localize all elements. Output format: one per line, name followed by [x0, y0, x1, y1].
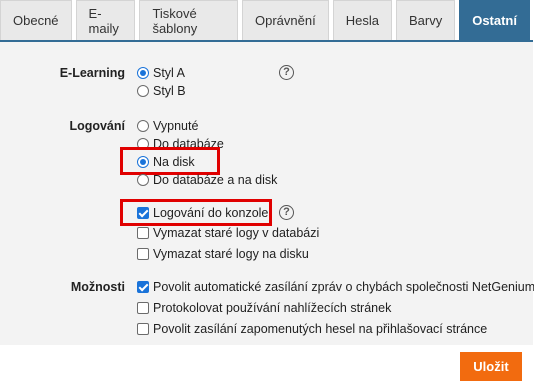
checkbox[interactable] [137, 302, 149, 314]
radio-do-databaze-a-na-disk[interactable]: Do databáze a na disk [137, 173, 277, 187]
tab-obecne[interactable]: Obecné [0, 0, 72, 40]
checkbox-label: Povolit automatické zasílání zpráv o chy… [153, 280, 534, 294]
checkbox-label: Protokolovat používání nahlížecích strán… [153, 301, 392, 315]
radio-button[interactable] [137, 67, 149, 79]
radio-label: Do databáze [153, 137, 224, 151]
question-circle-icon[interactable]: ? [279, 205, 294, 220]
checkbox[interactable] [137, 281, 149, 293]
checkbox-label: Logování do konzole [153, 206, 269, 220]
options-label: Možnosti [70, 280, 125, 294]
radio-label: Do databáze a na disk [153, 173, 278, 187]
radio-styl-b[interactable]: Styl B [137, 84, 186, 98]
checkbox[interactable] [137, 323, 149, 335]
radio-label: Styl B [153, 84, 186, 98]
radio-vypnute[interactable]: Vypnuté [137, 119, 198, 133]
checkbox[interactable] [137, 248, 149, 260]
checkbox[interactable] [137, 227, 149, 239]
question-circle-icon[interactable]: ? [279, 65, 294, 80]
radio-button[interactable] [137, 85, 149, 97]
check-protokolovat-stranky[interactable]: Protokolovat používání nahlížecích strán… [137, 301, 391, 315]
check-vymazat-logy-databaze[interactable]: Vymazat staré logy v databázi [137, 226, 319, 240]
radio-label: Na disk [153, 155, 195, 169]
radio-styl-a[interactable]: Styl A [137, 66, 185, 80]
check-povolit-zasilani-chyb[interactable]: Povolit automatické zasílání zpráv o chy… [137, 280, 534, 294]
tab-opravneni[interactable]: Oprávnění [242, 0, 329, 40]
check-vymazat-logy-disku[interactable]: Vymazat staré logy na disku [137, 247, 309, 261]
logging-label: Logování [69, 119, 125, 133]
radio-button[interactable] [137, 120, 149, 132]
tab-hesla[interactable]: Hesla [332, 0, 392, 40]
tab-bar: Obecné E-maily Tiskové šablony Oprávnění… [0, 0, 534, 40]
radio-label: Vypnuté [153, 119, 199, 133]
radio-button[interactable] [137, 174, 149, 186]
radio-button[interactable] [137, 138, 149, 150]
radio-label: Styl A [153, 66, 185, 80]
tab-barvy[interactable]: Barvy [395, 0, 456, 40]
radio-do-databaze[interactable]: Do databáze [137, 137, 224, 151]
checkbox-label: Vymazat staré logy v databázi [153, 226, 320, 240]
tab-e-maily[interactable]: E-maily [75, 0, 136, 40]
checkbox-label: Vymazat staré logy na disku [153, 247, 309, 261]
tab-tiskove-sablony[interactable]: Tiskové šablony [139, 0, 239, 40]
tab-ostatni[interactable]: Ostatní [459, 0, 530, 40]
radio-na-disk[interactable]: Na disk [137, 155, 195, 169]
check-povolit-zapomenuta-hesla[interactable]: Povolit zasílání zapomenutých hesel na p… [137, 322, 487, 336]
check-logovani-do-konzole[interactable]: Logování do konzole [137, 206, 268, 220]
radio-button[interactable] [137, 156, 149, 168]
save-button[interactable]: Uložit [460, 352, 522, 381]
settings-panel: E-Learning Styl A Styl B ? Logování Vypn… [0, 40, 534, 345]
checkbox[interactable] [137, 207, 149, 219]
elearning-label: E-Learning [59, 66, 125, 80]
checkbox-label: Povolit zasílání zapomenutých hesel na p… [153, 322, 488, 336]
